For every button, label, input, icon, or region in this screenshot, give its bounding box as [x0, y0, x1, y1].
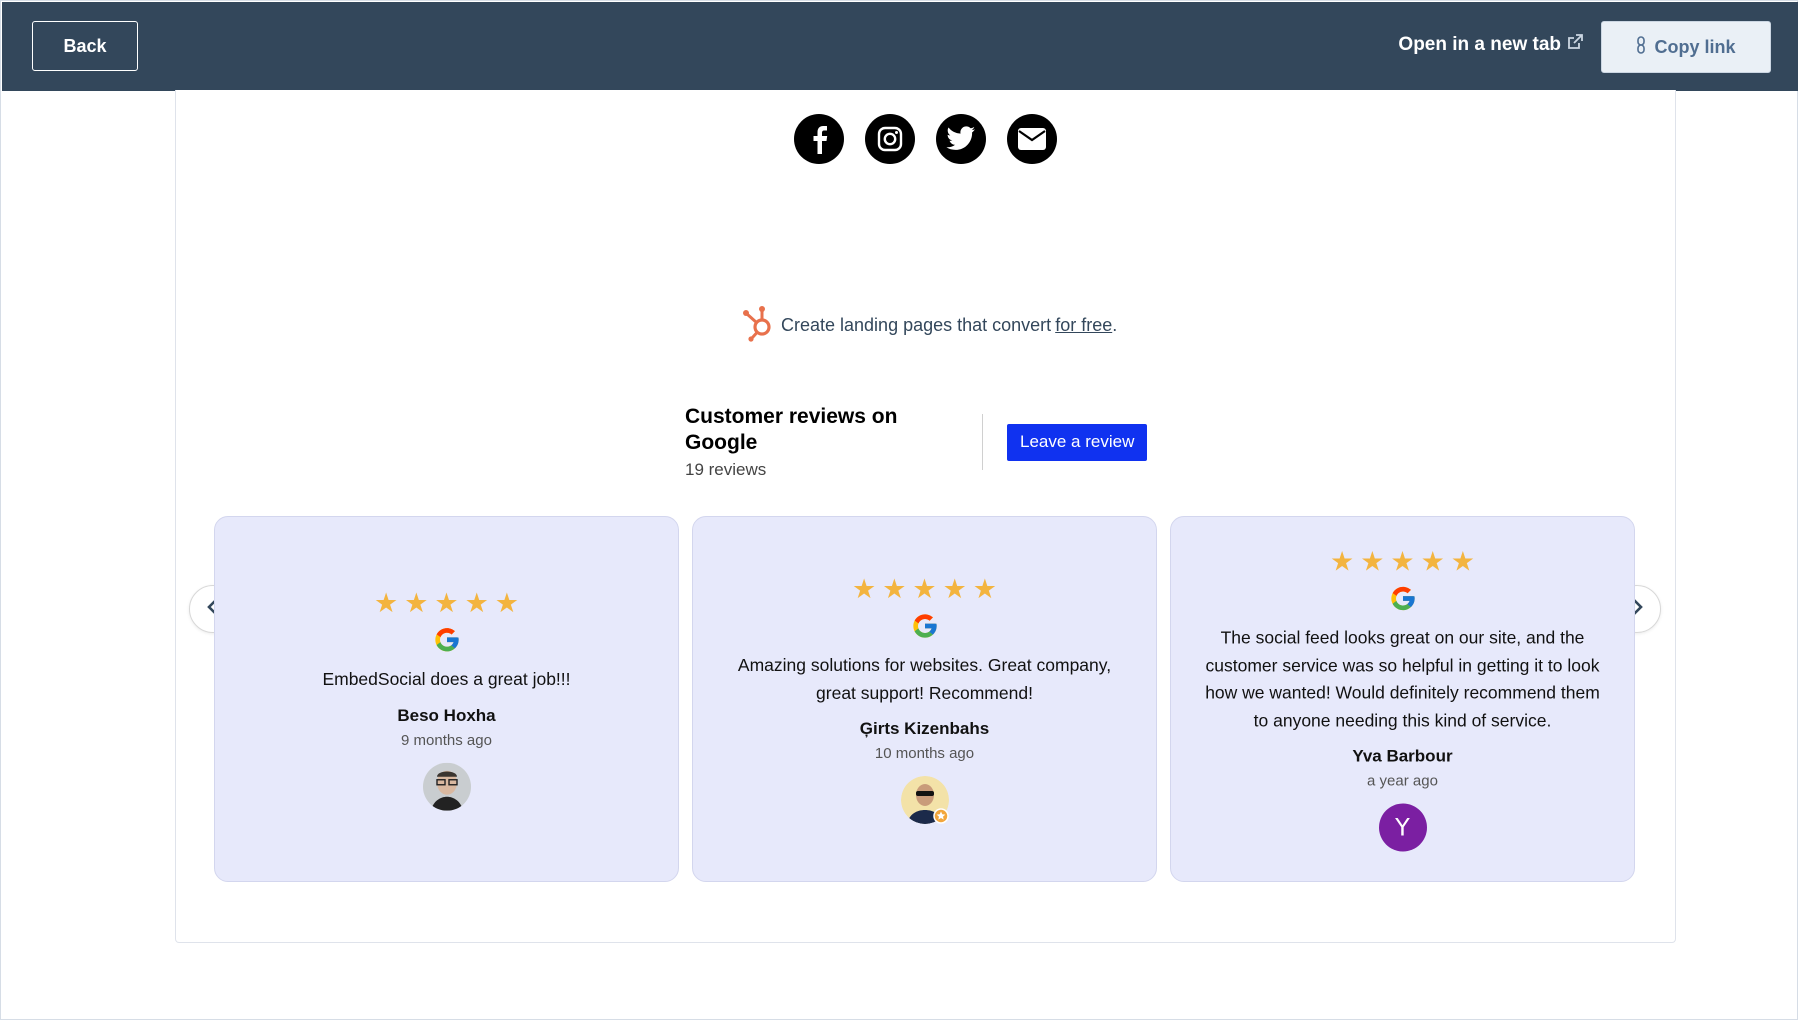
review-text: Amazing solutions for websites. Great co… — [737, 655, 1112, 703]
twitter-icon[interactable] — [936, 114, 986, 164]
reviews-header-text: Customer reviews on Google 19 reviews — [685, 404, 974, 480]
reviewer-name: Ģirts Kizenbahs — [859, 719, 990, 738]
leave-review-button[interactable]: Leave a review — [1007, 423, 1148, 461]
reviewer-name: Beso Hoxha — [397, 705, 496, 725]
hubspot-sprocket-icon — [741, 304, 777, 347]
social-icons-row — [794, 114, 1057, 164]
for-free-link[interactable]: for free — [1055, 315, 1112, 336]
open-in-new-tab-label: Open in a new tab — [1398, 34, 1561, 55]
review-time: 9 months ago — [401, 731, 492, 749]
avatar: Y — [1378, 803, 1427, 852]
review-text: The social feed looks great on our site,… — [1205, 627, 1600, 731]
instagram-icon[interactable] — [865, 114, 915, 164]
hubspot-promo-text: Create landing pages that convert — [781, 315, 1052, 335]
review-card: ★★★★★ Amazing solutions for websites. Gr… — [692, 516, 1157, 882]
reviews-header: Customer reviews on Google 19 reviews Le… — [685, 405, 1148, 479]
top-bar: Back Open in a new tab Copy link — [2, 2, 1798, 91]
google-logo-icon — [1389, 585, 1417, 613]
star-rating: ★★★★★ — [851, 574, 1004, 604]
review-card: ★★★★★ EmbedSocial does a great job!!! Be… — [214, 516, 679, 882]
copy-link-button[interactable]: Copy link — [1601, 21, 1771, 73]
star-rating: ★★★★★ — [1329, 546, 1482, 577]
hubspot-promo-suffix: . — [1112, 315, 1118, 335]
reviewer-name: Yva Barbour — [1352, 746, 1453, 766]
review-time: a year ago — [1367, 772, 1438, 790]
reviews-title: Customer reviews on Google — [685, 405, 898, 454]
avatar — [900, 776, 949, 824]
reviews-count: 19 reviews — [685, 460, 767, 479]
link-icon — [1636, 35, 1646, 59]
header-divider — [982, 414, 983, 470]
hubspot-promo: Create landing pages that convert for fr… — [741, 304, 1117, 347]
review-card: ★★★★★ The social feed looks great on our… — [1170, 516, 1635, 882]
avatar — [422, 762, 471, 811]
review-text: EmbedSocial does a great job!!! — [322, 668, 571, 689]
review-time: 10 months ago — [874, 745, 975, 762]
back-button[interactable]: Back — [32, 21, 138, 71]
email-icon[interactable] — [1007, 114, 1057, 164]
open-in-new-tab-link[interactable]: Open in a new tab — [1398, 34, 1583, 56]
copy-link-label: Copy link — [1654, 36, 1736, 57]
external-link-icon — [1567, 34, 1583, 56]
google-logo-icon — [911, 612, 939, 640]
star-rating: ★★★★★ — [373, 587, 526, 618]
facebook-icon[interactable] — [794, 114, 844, 164]
avatar-letter: Y — [1395, 813, 1410, 842]
google-logo-icon — [433, 626, 461, 654]
